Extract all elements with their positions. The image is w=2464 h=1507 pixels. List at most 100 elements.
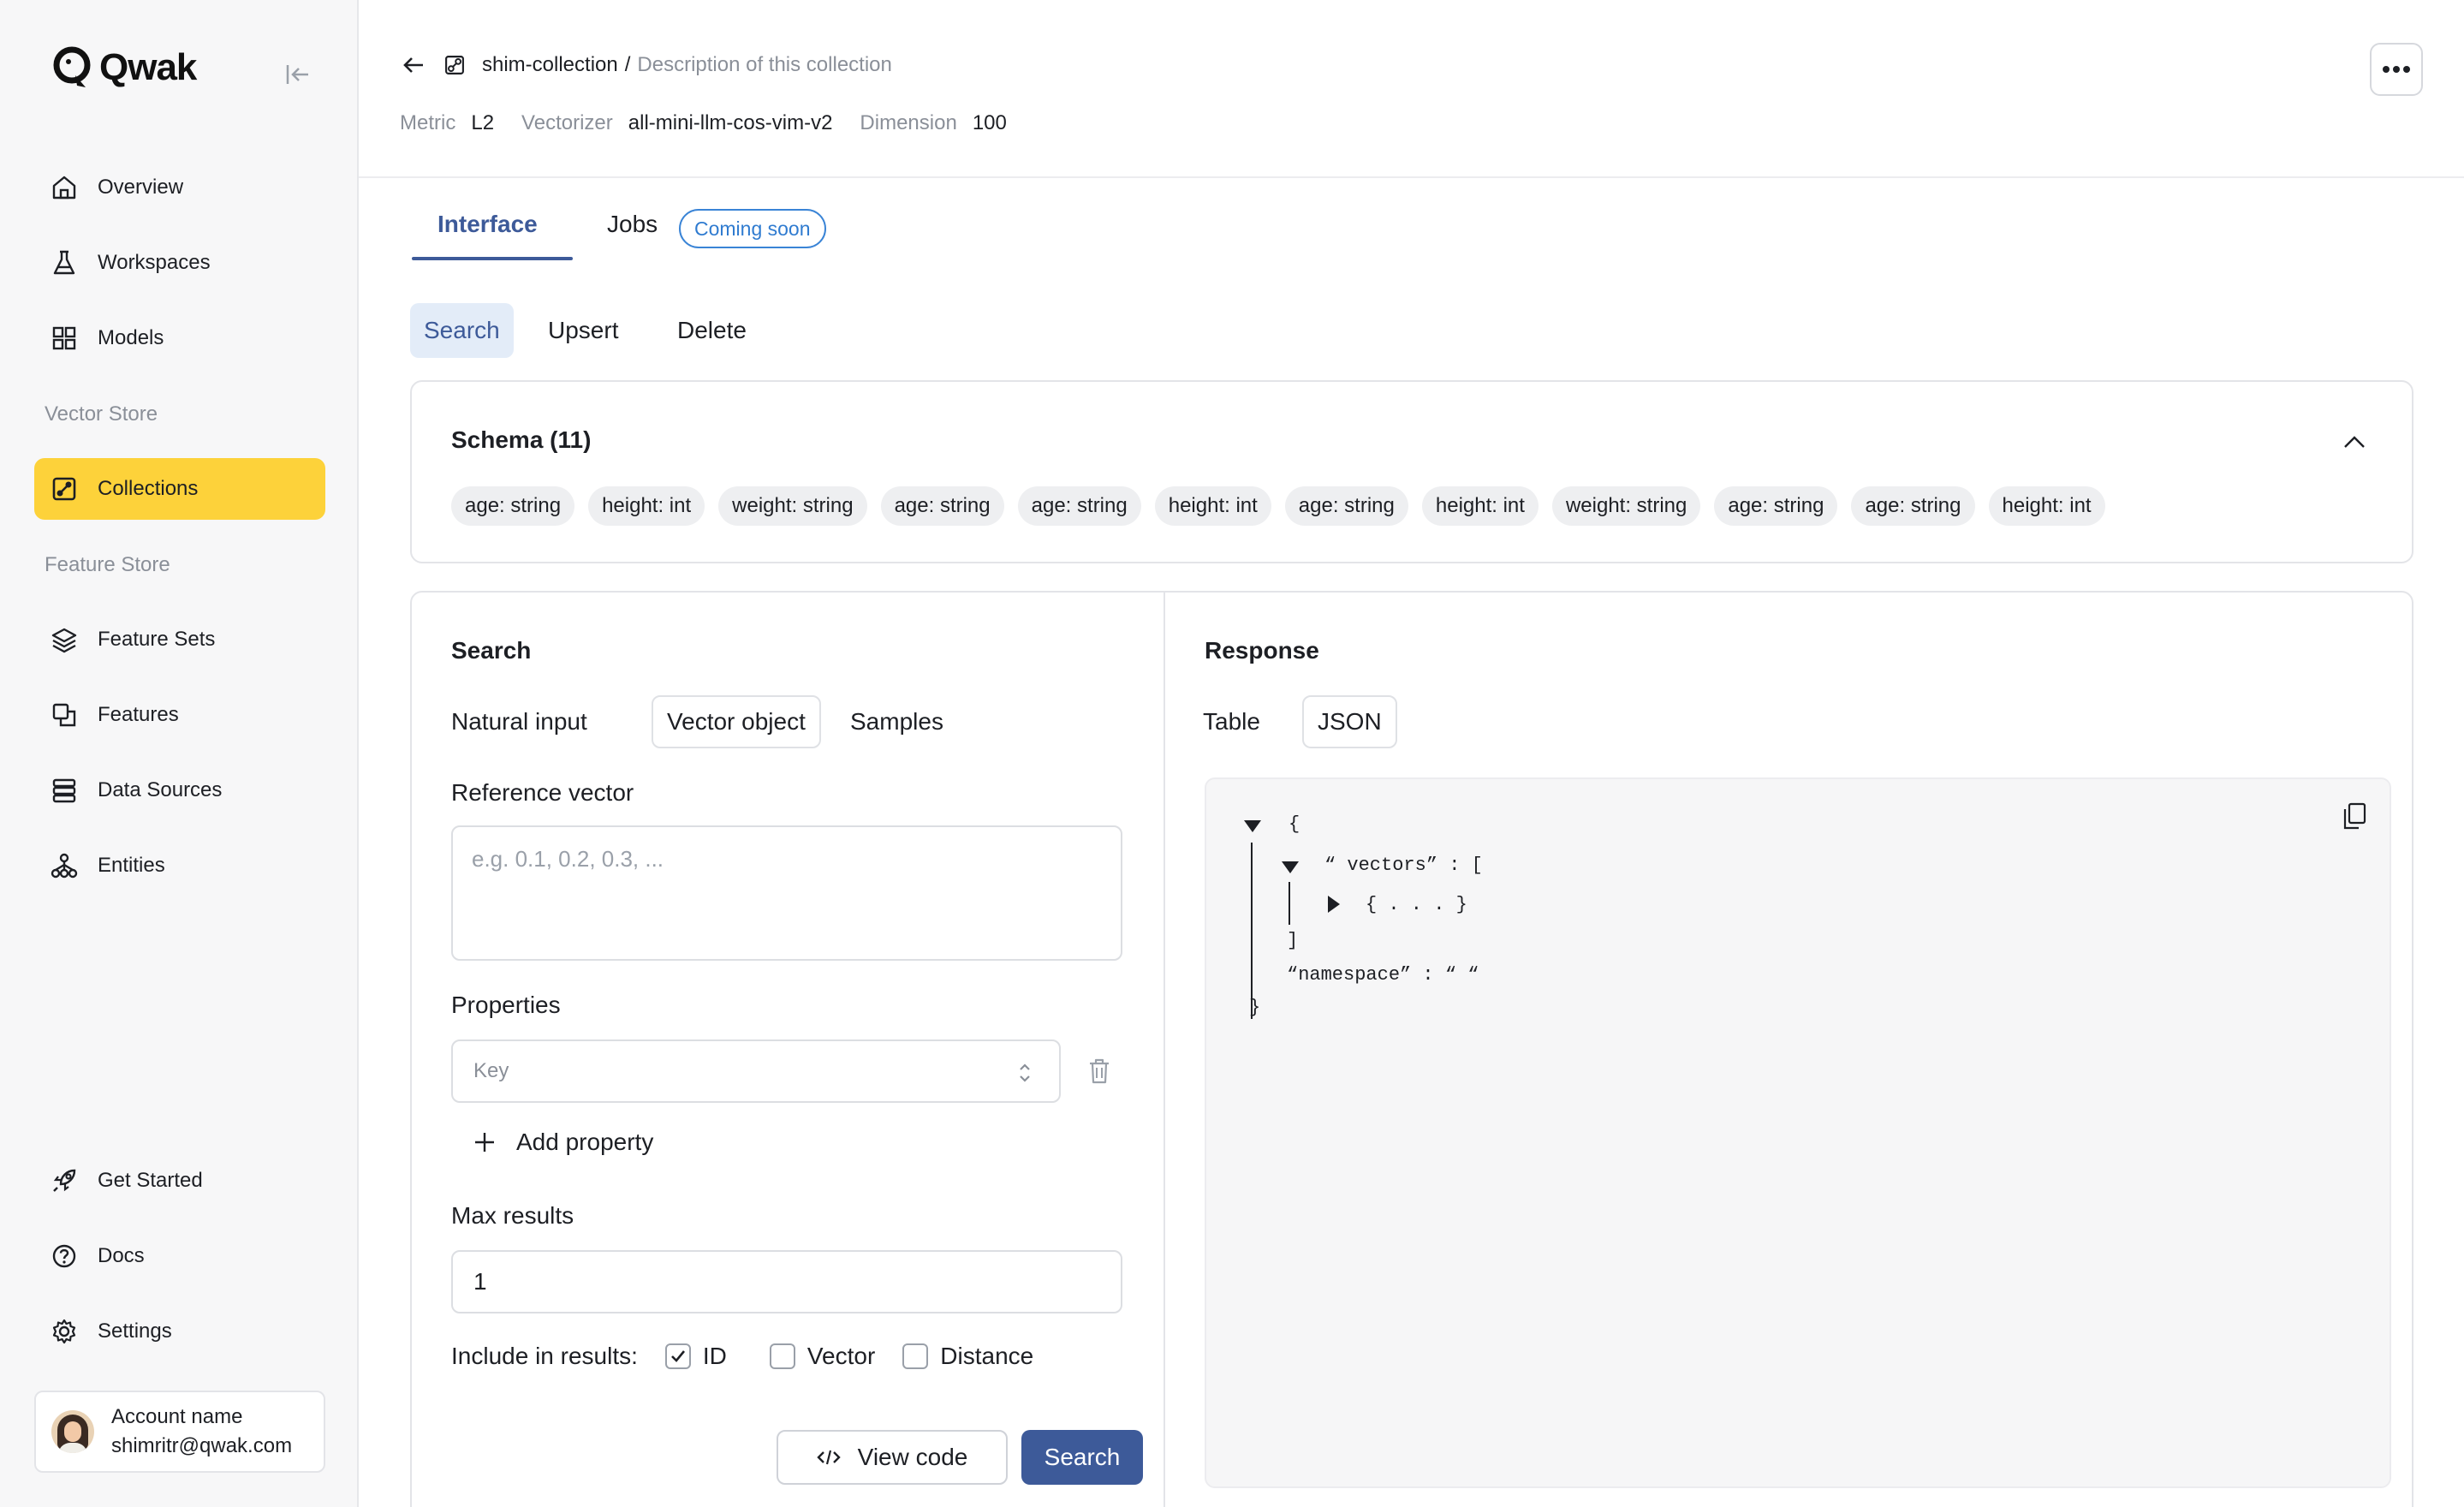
sidebar-item-models[interactable]: Models xyxy=(34,307,325,369)
column-divider xyxy=(1164,593,1165,1507)
schema-chip: weight: string xyxy=(718,486,867,526)
json-vectors-toggle[interactable] xyxy=(1282,861,1299,873)
brand-name: Qwak xyxy=(99,46,197,88)
search-section-title: Search xyxy=(451,637,532,664)
sidebar-item-get-started[interactable]: Get Started xyxy=(34,1150,325,1212)
sidebar-item-label: Feature Sets xyxy=(98,628,216,651)
more-options-button[interactable] xyxy=(2370,43,2423,96)
sidebar-item-label: Models xyxy=(98,326,164,349)
trash-icon[interactable] xyxy=(1086,1057,1112,1086)
sidebar-item-features[interactable]: Features xyxy=(34,684,325,746)
account-card[interactable]: Account name shimritr@qwak.com xyxy=(34,1391,325,1473)
collection-name: shim-collection xyxy=(482,53,618,76)
collection-description: Description of this collection xyxy=(637,53,892,76)
mode-samples[interactable]: Samples xyxy=(836,695,957,748)
response-mode-json[interactable]: JSON xyxy=(1302,695,1397,748)
back-arrow-icon[interactable] xyxy=(400,51,427,79)
mode-natural-input[interactable]: Natural input xyxy=(437,695,601,748)
schema-card: Schema (11) age: string height: int weig… xyxy=(410,380,2413,563)
plus-icon xyxy=(475,1133,494,1152)
json-expand-toggle[interactable] xyxy=(1244,820,1261,832)
tab-interface[interactable]: Interface xyxy=(437,211,538,238)
header-divider xyxy=(359,176,2464,178)
sidebar-item-docs[interactable]: Docs xyxy=(34,1225,325,1287)
meta-value-vectorizer: all-mini-llm-cos-vim-v2 xyxy=(628,111,833,134)
database-icon xyxy=(52,778,76,803)
tab-active-indicator xyxy=(412,257,573,260)
gear-icon xyxy=(52,1319,76,1344)
checkbox-distance[interactable] xyxy=(902,1343,929,1369)
sidebar-item-workspaces[interactable]: Workspaces xyxy=(34,232,325,294)
copy-icon[interactable] xyxy=(2342,801,2367,831)
app-root: Qwak Overview Workspaces Models Vector S… xyxy=(0,0,2464,1507)
checkbox-id[interactable] xyxy=(664,1343,691,1369)
sidebar-item-settings[interactable]: Settings xyxy=(34,1301,325,1362)
search-button[interactable]: Search xyxy=(1021,1430,1143,1485)
chevron-up-icon[interactable] xyxy=(2342,432,2367,452)
sidebar-item-data-sources[interactable]: Data Sources xyxy=(34,759,325,821)
flask-icon xyxy=(53,250,75,275)
json-vectors-key: “ vectors” : [ xyxy=(1324,855,1483,876)
add-property-button[interactable]: Add property xyxy=(473,1129,653,1156)
account-email: shimritr@qwak.com xyxy=(111,1434,293,1457)
sidebar-item-label: Overview xyxy=(98,176,184,199)
json-item-toggle[interactable] xyxy=(1328,896,1340,913)
sidebar-item-label: Data Sources xyxy=(98,778,223,801)
meta-key-dimension: Dimension xyxy=(860,111,957,134)
copy-icon xyxy=(52,703,76,727)
collection-icon xyxy=(445,56,464,74)
tab-jobs[interactable]: Jobs xyxy=(607,211,658,238)
max-results-input[interactable]: 1 xyxy=(451,1250,1122,1313)
home-icon xyxy=(52,176,76,200)
breadcrumb: shim-collection / Description of this co… xyxy=(400,51,892,79)
hierarchy-icon xyxy=(51,853,78,879)
view-code-label: View code xyxy=(857,1444,968,1470)
json-guide-line xyxy=(1251,843,1253,1019)
breadcrumb-separator: / xyxy=(624,53,631,76)
checkbox-id-label: ID xyxy=(702,1343,727,1369)
collapse-sidebar-icon[interactable] xyxy=(283,60,312,89)
brand-logo[interactable]: Qwak xyxy=(51,45,197,91)
subtab-upsert[interactable]: Upsert xyxy=(534,303,632,358)
sidebar-item-collections[interactable]: Collections xyxy=(34,458,325,520)
max-results-label: Max results xyxy=(451,1202,574,1229)
reference-vector-input[interactable]: e.g. 0.1, 0.2, 0.3, ... xyxy=(451,825,1122,961)
json-open-brace: { xyxy=(1289,813,1300,835)
mode-vector-object[interactable]: Vector object xyxy=(652,695,821,748)
schema-chip: height: int xyxy=(1988,486,2105,526)
section-label-feature-store: Feature Store xyxy=(45,553,170,576)
sidebar-item-label: Get Started xyxy=(98,1169,203,1192)
schema-chip: age: string xyxy=(1017,486,1141,526)
json-guide-line xyxy=(1289,882,1290,925)
include-results-row: Include in results: ID Vector Distance xyxy=(451,1343,1033,1370)
sidebar-item-entities[interactable]: Entities xyxy=(34,835,325,896)
rocket-icon xyxy=(53,1169,76,1192)
view-code-button[interactable]: View code xyxy=(777,1430,1008,1485)
updown-chevron-icon xyxy=(1020,1063,1030,1082)
json-collapsed-object[interactable]: { . . . } xyxy=(1366,894,1467,915)
more-horizontal-icon xyxy=(2383,66,2410,73)
collection-icon xyxy=(52,477,76,501)
qwak-logo-icon xyxy=(53,46,91,87)
sidebar-item-label: Workspaces xyxy=(98,251,211,274)
sidebar-item-feature-sets[interactable]: Feature Sets xyxy=(34,609,325,670)
property-key-select[interactable]: Key xyxy=(451,1039,1061,1103)
subtab-search[interactable]: Search xyxy=(410,303,514,358)
response-mode-table[interactable]: Table xyxy=(1189,695,1274,748)
schema-chips: age: string height: int weight: string a… xyxy=(451,486,2105,526)
response-section-title: Response xyxy=(1205,637,1319,664)
schema-chip: age: string xyxy=(880,486,1004,526)
sidebar-item-label: Settings xyxy=(98,1319,172,1343)
avatar xyxy=(51,1410,94,1453)
json-namespace: “namespace” : “ “ xyxy=(1287,964,1479,986)
schema-chip: height: int xyxy=(1421,486,1539,526)
checkbox-vector[interactable] xyxy=(769,1343,795,1369)
reference-vector-label: Reference vector xyxy=(451,779,634,806)
coming-soon-badge: Coming soon xyxy=(679,209,826,248)
grid-icon xyxy=(52,326,76,350)
schema-chip: age: string xyxy=(1284,486,1408,526)
collection-meta: Metric L2 Vectorizer all-mini-llm-cos-vi… xyxy=(400,111,1019,135)
json-close-bracket: ] xyxy=(1287,930,1299,951)
subtab-delete[interactable]: Delete xyxy=(664,303,760,358)
sidebar-item-overview[interactable]: Overview xyxy=(34,157,325,218)
